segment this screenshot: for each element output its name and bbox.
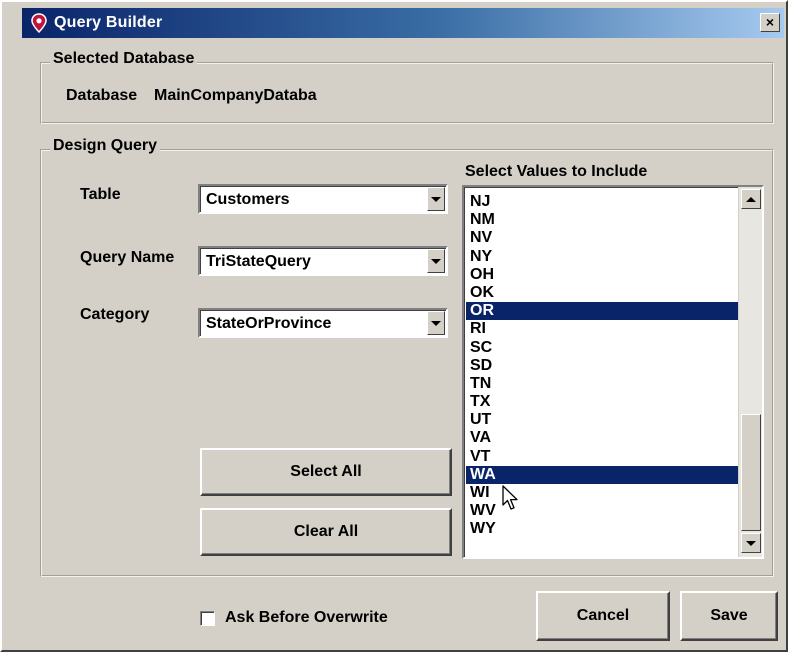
list-item[interactable]: TX [466, 393, 738, 411]
map-pin-icon [28, 12, 50, 34]
list-item[interactable]: UT [466, 411, 738, 429]
category-label: Category [80, 306, 150, 323]
selected-database-group [40, 62, 774, 124]
list-item[interactable]: OH [466, 266, 738, 284]
values-scrollbar[interactable] [738, 187, 762, 557]
window-title: Query Builder [54, 14, 163, 31]
list-item[interactable]: TN [466, 375, 738, 393]
close-icon: × [765, 14, 775, 30]
list-item[interactable]: WA [466, 465, 738, 484]
clear-all-button[interactable]: Clear All [200, 508, 452, 556]
chevron-down-icon [431, 196, 441, 202]
ask-before-overwrite-checkbox[interactable] [200, 611, 215, 626]
list-item[interactable]: OK [466, 284, 738, 302]
query-name-label: Query Name [80, 249, 175, 266]
title-bar[interactable]: Query Builder × [22, 8, 784, 38]
values-label: Select Values to Include [465, 163, 648, 180]
category-select-value: StateOrProvince [206, 315, 332, 332]
scroll-thumb[interactable] [741, 414, 761, 531]
close-button[interactable]: × [760, 13, 780, 32]
list-item[interactable]: NJ [466, 193, 738, 211]
database-label: Database [66, 87, 138, 104]
query-name-select[interactable]: TriStateQuery [198, 246, 448, 276]
chevron-down-icon [431, 258, 441, 264]
scroll-up-button[interactable] [741, 189, 761, 209]
ask-before-overwrite-label[interactable]: Ask Before Overwrite [225, 609, 388, 627]
design-query-legend: Design Query [50, 137, 161, 155]
list-item[interactable]: VA [466, 429, 738, 447]
chevron-down-icon [431, 320, 441, 326]
save-button[interactable]: Save [680, 591, 778, 641]
table-select[interactable]: Customers [198, 184, 448, 214]
selected-database-legend: Selected Database [50, 50, 198, 68]
list-item[interactable]: NY [466, 248, 738, 266]
category-dropdown-button[interactable] [427, 311, 445, 335]
query-builder-window: Query Builder × Selected Database Databa… [0, 0, 788, 652]
cancel-button[interactable]: Cancel [536, 591, 670, 641]
table-dropdown-button[interactable] [427, 187, 445, 211]
table-label: Table [80, 186, 121, 203]
list-item[interactable]: OR [466, 302, 738, 321]
table-select-value: Customers [206, 191, 290, 208]
list-item[interactable]: SC [466, 339, 738, 357]
arrow-down-icon [746, 540, 756, 546]
query-name-dropdown-button[interactable] [427, 249, 445, 273]
scroll-down-button[interactable] [741, 533, 761, 553]
arrow-up-icon [746, 196, 756, 202]
list-item[interactable]: VT [466, 448, 738, 466]
list-item[interactable]: RI [466, 320, 738, 338]
list-item[interactable]: SD [466, 357, 738, 375]
list-item[interactable]: NV [466, 229, 738, 247]
list-item[interactable]: WY [466, 520, 738, 538]
category-select[interactable]: StateOrProvince [198, 308, 448, 338]
mouse-pointer-icon [502, 485, 520, 516]
select-all-button[interactable]: Select All [200, 448, 452, 496]
query-name-select-value: TriStateQuery [206, 253, 311, 270]
list-item[interactable]: NM [466, 211, 738, 229]
database-value: MainCompanyDataba [154, 87, 317, 104]
